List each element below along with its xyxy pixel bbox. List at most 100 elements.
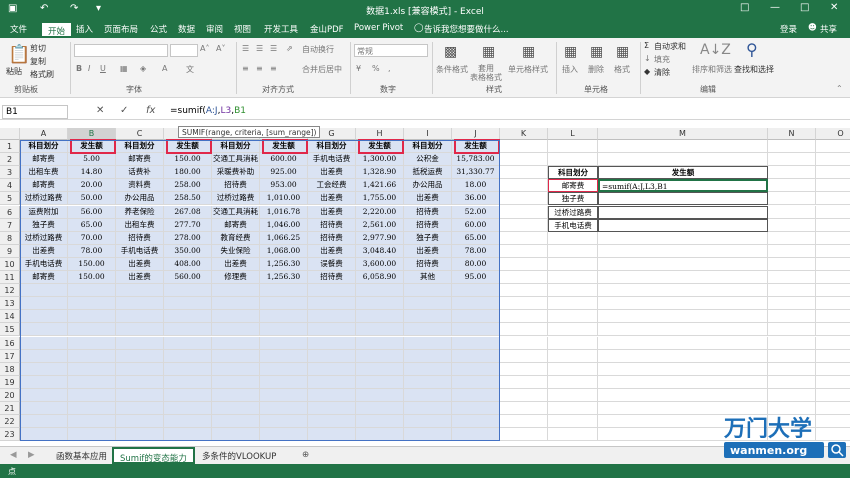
cell[interactable] [816, 219, 850, 232]
cell[interactable] [500, 192, 548, 206]
column-header[interactable]: N [768, 128, 816, 140]
cell[interactable] [500, 244, 548, 258]
minimize-button[interactable]: — [770, 2, 780, 13]
font-size-select[interactable] [170, 44, 198, 57]
cell[interactable] [548, 310, 598, 324]
format-cells-button[interactable]: 格式 [614, 64, 630, 75]
cell[interactable] [768, 362, 816, 376]
formula-input[interactable]: =sumif(A:J,L3,B1 [170, 106, 246, 116]
fill-button[interactable]: 填充 [654, 54, 670, 65]
maximize-button[interactable]: □ [800, 2, 809, 13]
cell[interactable] [500, 205, 548, 219]
wrap-text-button[interactable]: 自动换行 [302, 44, 334, 55]
cell[interactable] [598, 349, 768, 363]
cell[interactable] [500, 310, 548, 324]
row-header[interactable]: 7 [0, 218, 20, 232]
autosum-button[interactable]: 自动求和 [654, 41, 686, 52]
row-header[interactable]: 8 [0, 231, 20, 245]
table-cell[interactable]: =sumif(A:J,L3,B1 [598, 179, 768, 193]
cell[interactable] [768, 205, 816, 219]
clear-button[interactable]: 清除 [654, 67, 670, 78]
format-cells-icon[interactable]: ▦ [616, 44, 629, 60]
cell[interactable] [768, 179, 816, 193]
row-header[interactable]: 15 [0, 323, 20, 337]
cell[interactable] [500, 362, 548, 376]
cell[interactable] [548, 323, 598, 337]
table-cell[interactable]: 过桥过路费 [548, 205, 598, 219]
column-header[interactable]: C [116, 128, 164, 140]
cell[interactable] [816, 166, 850, 180]
font-family-select[interactable] [74, 44, 168, 57]
clear-icon[interactable]: ◆ [644, 67, 650, 76]
cell[interactable] [500, 375, 548, 389]
cell[interactable] [598, 388, 768, 402]
menu-page-layout[interactable]: 页面布局 [104, 23, 138, 35]
cell[interactable] [500, 140, 548, 154]
cell[interactable] [816, 258, 850, 271]
cell[interactable] [598, 271, 768, 285]
cell[interactable] [816, 350, 850, 363]
menu-developer[interactable]: 开发工具 [264, 23, 298, 35]
login-link[interactable]: 登录 [780, 23, 797, 35]
cell[interactable] [768, 271, 816, 285]
row-header[interactable]: 10 [0, 257, 20, 271]
table-cell[interactable]: 独子费 [548, 192, 598, 206]
cell[interactable] [500, 271, 548, 285]
cell[interactable] [598, 153, 768, 167]
select-all-corner[interactable] [0, 128, 20, 140]
insert-function-button[interactable]: fx [146, 105, 155, 116]
format-painter-button[interactable]: 格式刷 [30, 69, 54, 80]
menu-view[interactable]: 视图 [234, 23, 251, 35]
row-header[interactable]: 19 [0, 375, 20, 389]
cell[interactable] [816, 337, 850, 350]
column-header[interactable]: K [500, 128, 548, 140]
worksheet-grid[interactable]: ABCDEFGHIJKLMNO1234567891011121314151617… [0, 128, 850, 446]
column-header[interactable]: I [404, 128, 452, 140]
merge-center-button[interactable]: 合并后居中 [302, 64, 342, 75]
share-button[interactable]: 共享 [820, 23, 837, 35]
cell[interactable] [500, 284, 548, 298]
menu-insert[interactable]: 插入 [76, 23, 93, 35]
row-header[interactable]: 13 [0, 297, 20, 311]
insert-cells-icon[interactable]: ▦ [564, 44, 577, 60]
conditional-format-button[interactable]: 条件格式 [436, 64, 468, 75]
cell[interactable] [500, 388, 548, 402]
add-sheet-icon[interactable]: ⊕ [296, 447, 315, 464]
cell[interactable] [816, 179, 850, 193]
menu-formulas[interactable]: 公式 [150, 23, 167, 35]
cell[interactable] [816, 140, 850, 154]
cell[interactable] [598, 257, 768, 271]
cell[interactable] [548, 388, 598, 402]
cell[interactable] [598, 231, 768, 245]
cell[interactable] [500, 323, 548, 337]
cell[interactable] [500, 349, 548, 363]
column-header[interactable]: L [548, 128, 598, 140]
cell[interactable] [816, 376, 850, 389]
cell[interactable] [500, 218, 548, 232]
menu-data[interactable]: 数据 [178, 23, 195, 35]
table-cell[interactable]: 手机电话费 [548, 218, 598, 232]
cell[interactable] [548, 257, 598, 271]
column-header[interactable]: O [816, 128, 850, 140]
border-icon[interactable]: ▦ [120, 64, 128, 73]
row-header[interactable]: 20 [0, 388, 20, 402]
cell[interactable] [816, 323, 850, 337]
row-header[interactable]: 2 [0, 153, 20, 167]
cell[interactable] [768, 140, 816, 154]
cell[interactable] [598, 218, 768, 232]
autosum-icon[interactable]: Σ [644, 41, 649, 50]
bold-button[interactable]: B [76, 64, 82, 73]
grow-font-icon[interactable]: A˄ [200, 44, 209, 53]
row-header[interactable]: 12 [0, 284, 20, 298]
find-select-button[interactable]: 查找和选择 [734, 64, 774, 75]
menu-file[interactable]: 文件 [10, 23, 27, 35]
underline-button[interactable]: U [100, 64, 106, 73]
cell[interactable] [598, 375, 768, 389]
cell[interactable] [768, 284, 816, 298]
align-top-icon[interactable]: ☰ [242, 44, 249, 53]
cell[interactable] [768, 310, 816, 324]
cell[interactable] [816, 297, 850, 311]
align-right-icon[interactable]: ≡ [270, 64, 277, 73]
sheet-tab[interactable]: 多条件的VLOOKUP [196, 447, 282, 464]
paste-button[interactable]: 粘贴 [6, 66, 22, 77]
